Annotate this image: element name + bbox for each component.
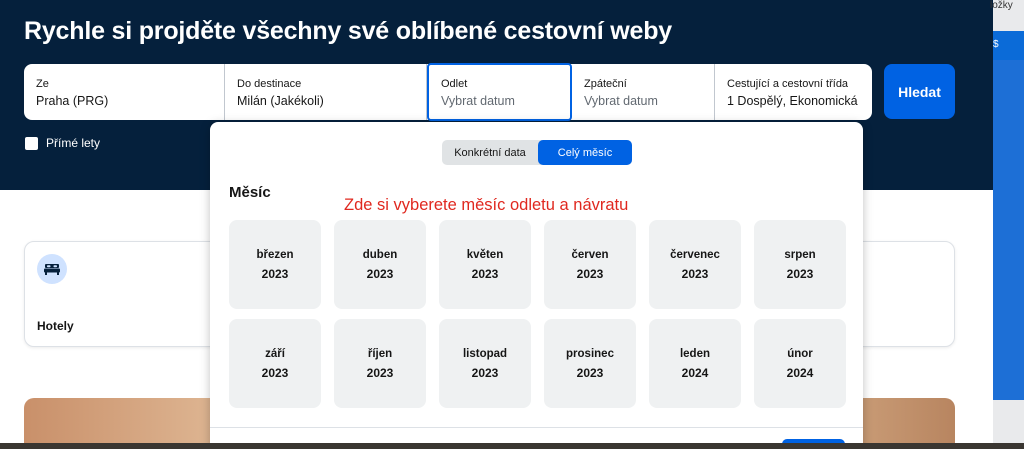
direct-flights-option[interactable]: Přímé lety — [25, 136, 100, 150]
month-name: říjen — [367, 347, 393, 360]
month-option[interactable]: květen 2023 — [439, 220, 531, 309]
month-year: 2023 — [471, 266, 499, 281]
month-name: září — [265, 347, 285, 360]
popover-divider — [210, 427, 863, 428]
month-year: 2023 — [576, 266, 604, 281]
date-mode-toggle: Konkrétní data Celý měsíc — [442, 140, 632, 165]
return-label: Zpáteční — [584, 78, 627, 90]
month-year: 2023 — [261, 365, 289, 380]
bottom-edge — [0, 443, 1024, 449]
month-option[interactable]: prosinec 2023 — [544, 319, 636, 408]
passengers-value: 1 Dospělý, Ekonomická ... — [727, 94, 862, 108]
month-option[interactable]: září 2023 — [229, 319, 321, 408]
month-option[interactable]: duben 2023 — [334, 220, 426, 309]
destination-value: Milán (Jakékoli) — [237, 94, 324, 108]
page: Rychle si projděte všechny své oblíbené … — [0, 0, 993, 449]
month-option[interactable]: červenec 2023 — [649, 220, 741, 309]
month-option[interactable]: srpen 2023 — [754, 220, 846, 309]
month-year: 2023 — [786, 266, 814, 281]
date-picker-popover: Konkrétní data Celý měsíc Měsíc Zde si v… — [210, 122, 863, 449]
from-label: Ze — [36, 78, 49, 90]
month-year: 2023 — [471, 365, 499, 380]
tab-specific-dates[interactable]: Konkrétní data — [442, 140, 538, 165]
month-year: 2024 — [681, 365, 709, 380]
return-date-field[interactable]: Zpáteční Vybrat datum — [572, 64, 715, 120]
destination-field[interactable]: Do destinace Milán (Jakékoli) — [225, 64, 427, 120]
passengers-label: Cestující a cestovní třída — [727, 78, 849, 90]
month-year: 2023 — [681, 266, 709, 281]
departure-label: Odlet — [441, 78, 468, 90]
month-name: květen — [466, 248, 504, 261]
tab-whole-month[interactable]: Celý měsíc — [538, 140, 632, 165]
flight-search-bar: Ze Praha (PRG) Do destinace Milán (Jakék… — [24, 63, 872, 121]
month-name: únor — [787, 347, 813, 360]
direct-flights-checkbox[interactable] — [25, 136, 38, 150]
page-title: Rychle si projděte všechny své oblíbené … — [24, 17, 672, 45]
month-year: 2023 — [576, 365, 604, 380]
month-year: 2023 — [366, 365, 394, 380]
month-option[interactable]: leden 2024 — [649, 319, 741, 408]
month-name: srpen — [784, 248, 816, 261]
hotels-label: Hotely — [37, 319, 74, 333]
month-name: duben — [362, 248, 398, 261]
month-name: leden — [679, 347, 711, 360]
annotation-text: Zde si vyberete měsíc odletu a návratu — [344, 196, 629, 214]
return-placeholder: Vybrat datum — [584, 94, 658, 108]
direct-flights-label: Přímé lety — [46, 136, 101, 150]
passengers-field[interactable]: Cestující a cestovní třída 1 Dospělý, Ek… — [715, 64, 872, 120]
month-option[interactable]: listopad 2023 — [439, 319, 531, 408]
month-name: březen — [256, 248, 294, 261]
month-year: 2023 — [261, 266, 289, 281]
month-grid: březen 2023 duben 2023 květen 2023 červen 20… — [229, 220, 846, 408]
month-option[interactable]: únor 2024 — [754, 319, 846, 408]
month-year: 2023 — [366, 266, 394, 281]
month-option[interactable]: březen 2023 — [229, 220, 321, 309]
search-button[interactable]: Hledat — [884, 64, 955, 119]
month-name: červen — [571, 248, 609, 261]
month-year: 2024 — [786, 365, 814, 380]
departure-placeholder: Vybrat datum — [441, 94, 515, 108]
side-panel-text: ložky — [990, 0, 1013, 11]
month-heading: Měsíc — [229, 184, 271, 201]
month-name: červenec — [670, 248, 720, 261]
side-panel-dollar: $ — [993, 39, 999, 50]
side-panel-accent — [993, 60, 1024, 400]
departure-date-field[interactable]: Odlet Vybrat datum — [427, 63, 572, 121]
from-field[interactable]: Ze Praha (PRG) — [24, 64, 225, 120]
bed-icon — [37, 254, 67, 284]
destination-label: Do destinace — [237, 78, 302, 90]
month-option[interactable]: červen 2023 — [544, 220, 636, 309]
month-name: listopad — [462, 347, 508, 360]
month-name: prosinec — [566, 347, 614, 360]
from-value: Praha (PRG) — [36, 94, 109, 108]
month-option[interactable]: říjen 2023 — [334, 319, 426, 408]
